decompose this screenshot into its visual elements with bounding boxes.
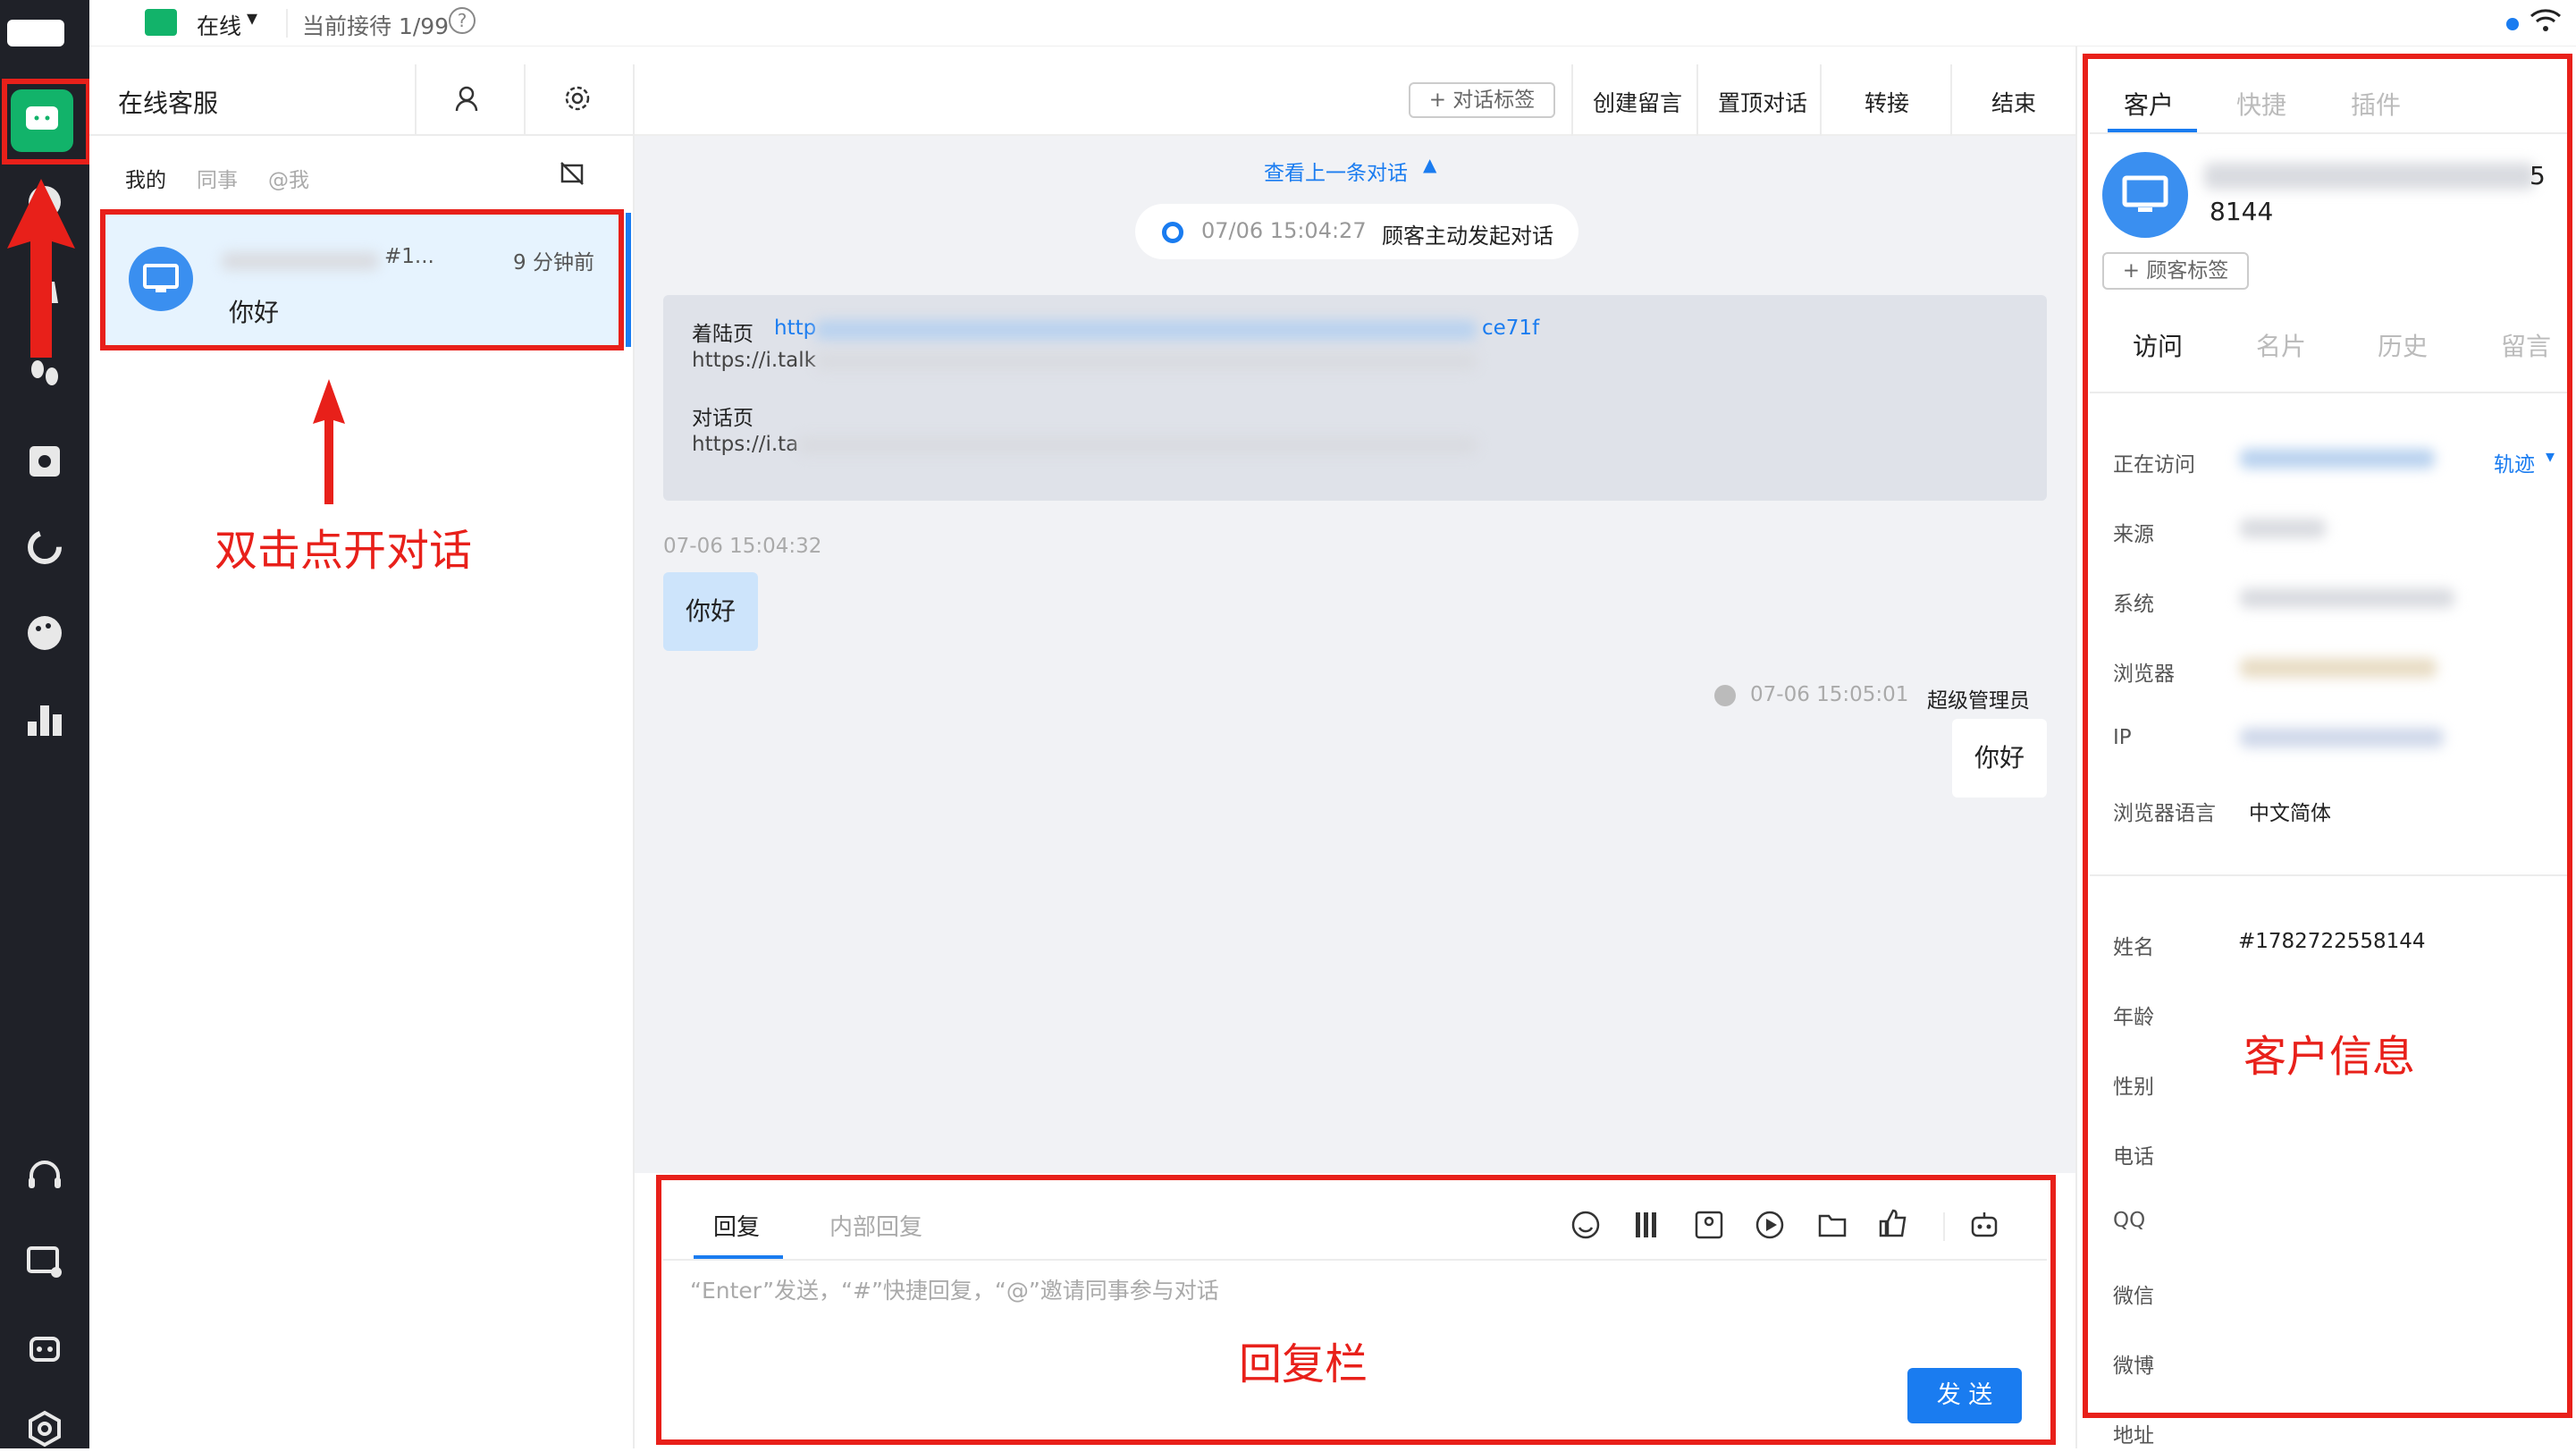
system-icon (1162, 222, 1183, 243)
reply-panel: 回复 内部回复 “Enter”发送，“#”快捷回复，“@”邀请同事参与对话 发 … (635, 1173, 2075, 1448)
annot-session-arrow (313, 379, 345, 504)
agent-message: 你好 (1952, 719, 2047, 798)
add-conversation-tag-button[interactable]: + 对话标签 (1409, 82, 1555, 118)
sessions-panel: 在线客服 我的 同事 @我 #1... 9 分钟前 你好 双击点开对话 (89, 64, 635, 1448)
rail-monitor-settings-icon[interactable] (21, 1239, 68, 1286)
chat-toolbar: + 对话标签 创建留言 置顶对话 转接 结束 (635, 64, 2075, 136)
rail-headset-icon[interactable] (21, 1153, 68, 1200)
online-status-icon (145, 9, 177, 36)
agent-name: 超级管理员 (1927, 689, 2030, 713)
caret-up-icon: ▲ (1423, 154, 1437, 175)
rail-settings-icon[interactable] (21, 1406, 68, 1452)
status-dropdown-icon[interactable]: ▾ (247, 5, 257, 30)
rail-refresh-icon[interactable] (21, 524, 68, 570)
field-ip: IP (2113, 726, 2132, 749)
annot-dblclick-text: 双击点开对话 (215, 526, 473, 576)
field-browser: 浏览器 (2113, 663, 2175, 686)
chat-page-url: https://i.ta (692, 433, 799, 456)
field-gender: 性别 (2113, 1076, 2154, 1099)
customer-panel: 客户 快捷 插件 5 8144 + 顾客标签 访问 名片 历史 留言 客户信息 (2077, 46, 2576, 1448)
field-name: 姓名 (2113, 936, 2154, 959)
tab-mention[interactable]: @我 (268, 163, 309, 193)
transfer-button[interactable]: 转接 (1865, 86, 1909, 118)
annot-reply-box (656, 1175, 2056, 1445)
field-os: 系统 (2113, 593, 2154, 616)
rail-stats-icon[interactable] (21, 696, 68, 742)
field-source: 来源 (2113, 523, 2154, 546)
customer-message: 你好 (663, 572, 758, 651)
connection-dot-icon (2506, 18, 2519, 30)
landing-url-start[interactable]: http (774, 317, 816, 340)
rail-ticket-icon[interactable] (21, 438, 68, 485)
chat-area: 查看上一条对话 ▲ 07/06 15:04:27 顾客主动发起对话 着陆页 ht… (635, 136, 2075, 1173)
annot-rail-box (2, 79, 91, 165)
nav-rail (0, 0, 91, 1448)
check-icon (1714, 685, 1736, 706)
wifi-icon (2530, 9, 2561, 31)
rail-palette-icon[interactable] (21, 610, 68, 656)
name-value: #1782722558144 (2238, 930, 2426, 953)
chat-page-label: 对话页 (692, 407, 753, 430)
view-previous-link[interactable]: 查看上一条对话 (1264, 156, 1408, 186)
create-message-button[interactable]: 创建留言 (1593, 86, 1682, 118)
add-user-icon[interactable] (454, 84, 483, 113)
visit-info-card: 着陆页 http ce71f https://i.talk 对话页 https:… (663, 295, 2047, 501)
field-phone: 电话 (2113, 1145, 2154, 1169)
gear-icon[interactable] (563, 84, 592, 113)
panel-title: 在线客服 (118, 89, 219, 118)
help-icon[interactable]: ? (449, 7, 476, 34)
customer-msg-time: 07-06 15:04:32 (663, 535, 822, 558)
field-age: 年龄 (2113, 1006, 2154, 1029)
tab-colleagues[interactable]: 同事 (197, 163, 238, 193)
field-address: 地址 (2113, 1424, 2154, 1448)
landing-url-line2: https://i.talk (692, 349, 816, 372)
rail-robot-icon[interactable] (21, 1325, 68, 1372)
field-wechat: 微信 (2113, 1285, 2154, 1308)
hide-icon[interactable] (560, 161, 585, 186)
annot-session-box (100, 209, 624, 350)
pin-conversation-button[interactable]: 置顶对话 (1718, 86, 1807, 118)
field-qq: QQ (2113, 1209, 2146, 1232)
system-notice: 07/06 15:04:27 顾客主动发起对话 (1135, 204, 1578, 259)
system-text: 顾客主动发起对话 (1382, 224, 1553, 249)
top-bar: 在线 ▾ 当前接待 1/99 ? (89, 0, 2576, 46)
online-status[interactable]: 在线 (197, 9, 241, 41)
current-reception: 当前接待 1/99 (302, 13, 450, 39)
agent-msg-time: 07-06 15:05:01 (1750, 683, 1909, 706)
tab-mine[interactable]: 我的 (125, 163, 166, 193)
end-button[interactable]: 结束 (1991, 86, 2036, 118)
system-time: 07/06 15:04:27 (1201, 218, 1367, 243)
landing-label: 着陆页 (692, 323, 753, 346)
annot-up-arrow (7, 179, 75, 358)
landing-url-end[interactable]: ce71f (1482, 317, 1539, 340)
field-visiting: 正在访问 (2113, 453, 2195, 477)
logo-icon (7, 20, 64, 46)
field-weibo: 微博 (2113, 1355, 2154, 1378)
trail-dropdown-icon[interactable]: ▾ (2546, 445, 2555, 467)
browser-lang-value: 中文简体 (2249, 802, 2331, 825)
field-browser-lang: 浏览器语言 (2113, 802, 2216, 825)
trail-link[interactable]: 轨迹 (2494, 447, 2535, 477)
